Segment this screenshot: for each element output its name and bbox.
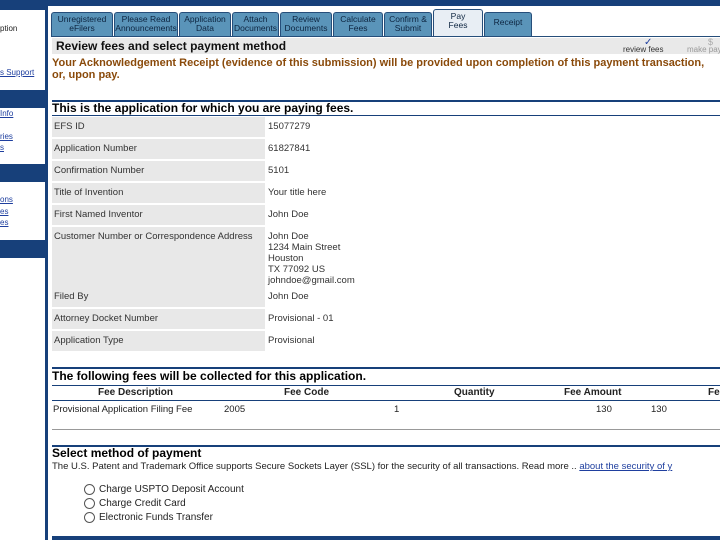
money-icon: $ [708, 37, 714, 47]
checkmark-icon: ✓ [644, 37, 653, 48]
table-row: Application Type Provisional [52, 331, 720, 351]
top-strip [48, 0, 720, 6]
row-value: John Doe [268, 209, 309, 220]
tab-calculate-fees[interactable]: Calculate Fees [333, 12, 383, 37]
sidebar-bar [0, 240, 45, 258]
application-section-title: This is the application for which you ar… [52, 101, 354, 115]
row-label: EFS ID [54, 121, 85, 132]
row-label: Customer Number or Correspondence Addres… [54, 231, 253, 242]
row-value: Provisional - 01 [268, 313, 334, 324]
radio-electronic-funds[interactable] [84, 512, 95, 523]
sidebar-item-support[interactable]: s Support [0, 68, 34, 77]
table-row: First Named Inventor John Doe [52, 205, 720, 225]
tab-unregistered-efilers[interactable]: Unregistered eFilers [51, 12, 113, 37]
left-sidebar: ption s Support Info ries s ons es es [0, 0, 48, 540]
radio-deposit-account[interactable] [84, 484, 95, 495]
row-value: 61827841 [268, 143, 311, 154]
payment-section-title: Select method of payment [52, 446, 202, 460]
sidebar-bar [0, 164, 45, 182]
ssl-security-link[interactable]: about the security of y [579, 461, 672, 472]
radio-label-electronic-funds[interactable]: Electronic Funds Transfer [99, 512, 213, 523]
step-make-payment: make pay [687, 45, 720, 54]
table-row: Title of Invention Your title here [52, 183, 720, 203]
page-title: Review fees and select payment method [56, 39, 287, 53]
row-label: Application Type [54, 335, 124, 346]
fee-description: Provisional Application Filing Fee [53, 404, 193, 415]
sidebar-item-ries[interactable]: ries [0, 132, 13, 141]
column-header: Fee Description [98, 387, 174, 398]
bottom-bar [52, 536, 720, 540]
row-value: 5101 [268, 165, 290, 176]
table-row: Confirmation Number 5101 [52, 161, 720, 181]
row-label: Filed By [54, 291, 89, 302]
tab-confirm-submit[interactable]: Confirm & Submit [384, 12, 432, 37]
column-header: Fee Code [284, 387, 330, 398]
radio-label-credit-card[interactable]: Charge Credit Card [99, 498, 186, 509]
row-value: John Doe [268, 291, 309, 302]
tab-announcements[interactable]: Please Read Announcements [114, 12, 178, 37]
fees-table-header: Fee Description Fee Code Quantity Fee Am… [52, 385, 720, 401]
table-row: Customer Number or Correspondence Addres… [52, 227, 720, 287]
table-row: Application Number 61827841 [52, 139, 720, 159]
row-label: Attorney Docket Number [54, 313, 159, 324]
column-header: Fe [708, 387, 720, 398]
tab-application-data[interactable]: Application Data [179, 12, 231, 37]
divider [52, 429, 720, 430]
tab-receipt[interactable]: Receipt [484, 12, 532, 37]
table-row: EFS ID 15077279 [52, 117, 720, 137]
row-value: 15077279 [268, 121, 311, 132]
table-row: Filed By John Doe [52, 287, 720, 307]
row-label: Application Number [54, 143, 137, 154]
row-value: John Doe 1234 Main Street Houston TX 770… [268, 231, 355, 286]
sidebar-item-es[interactable]: es [0, 207, 8, 216]
column-header: Fee Amount [564, 387, 622, 398]
row-label: Confirmation Number [54, 165, 145, 176]
fee-total: 130 [651, 404, 667, 415]
column-header: Quantity [454, 387, 495, 398]
fees-section-title: The following fees will be collected for… [52, 369, 367, 383]
row-label: First Named Inventor [54, 209, 143, 220]
sidebar-bar [0, 90, 45, 108]
row-value: Your title here [268, 187, 327, 198]
row-value: Provisional [268, 335, 315, 346]
sidebar-item-s[interactable]: s [0, 143, 4, 152]
table-row: Attorney Docket Number Provisional - 01 [52, 309, 720, 329]
fee-quantity: 1 [394, 404, 400, 415]
tab-review-documents[interactable]: Review Documents [280, 12, 332, 37]
sidebar-item-info[interactable]: Info [0, 109, 13, 118]
fee-amount: 130 [596, 404, 612, 415]
sidebar-item-text: ption [0, 24, 18, 33]
sidebar-bar [0, 0, 45, 10]
tab-underline [51, 36, 720, 37]
row-label: Title of Invention [54, 187, 124, 198]
section-header: Review fees and select payment method re… [52, 37, 720, 54]
radio-label-deposit-account[interactable]: Charge USPTO Deposit Account [99, 484, 244, 495]
tab-attach-documents[interactable]: Attach Documents [232, 12, 279, 37]
fee-code: 2005 [224, 404, 246, 415]
ssl-info-text: The U.S. Patent and Trademark Office sup… [52, 461, 673, 472]
sidebar-item-ons[interactable]: ons [0, 195, 13, 204]
receipt-notice: Your Acknowledgement Receipt (evidence o… [52, 57, 705, 81]
tab-pay-fees[interactable]: Pay Fees [433, 9, 483, 37]
sidebar-item-es-2[interactable]: es [0, 218, 8, 227]
divider [52, 115, 720, 116]
radio-credit-card[interactable] [84, 498, 95, 509]
